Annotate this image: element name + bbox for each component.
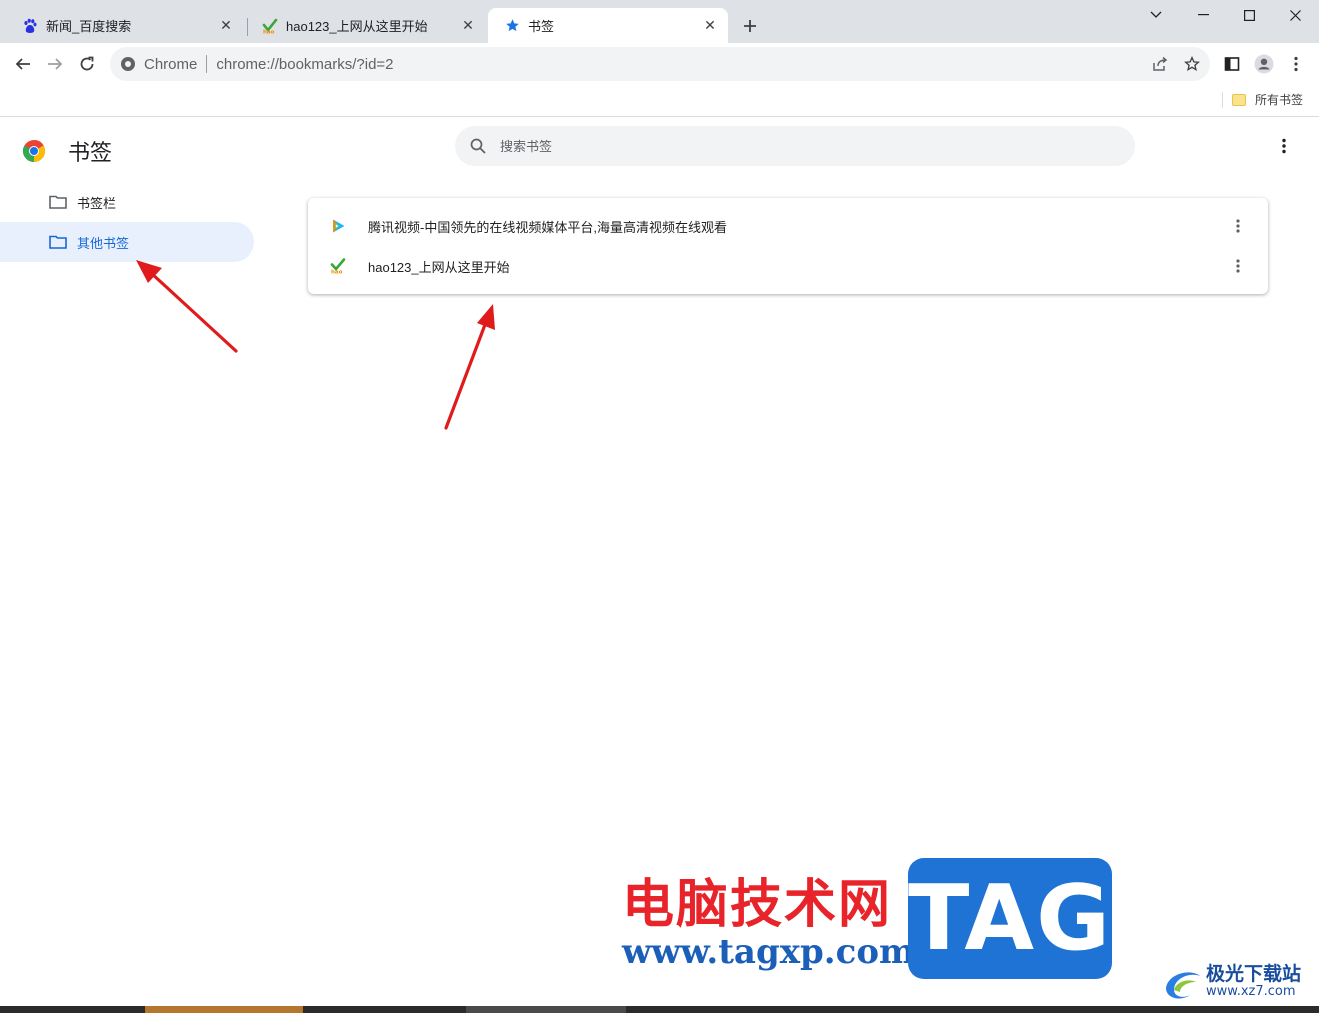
search-icon: [469, 137, 487, 155]
svg-text:hao: hao: [263, 29, 275, 34]
side-panel-button[interactable]: [1219, 51, 1245, 77]
folder-icon: [49, 195, 67, 209]
watermark-site-name: 电脑技术网: [622, 875, 893, 935]
watermark-brand: 极光下载站 www.xz7.com: [1160, 962, 1301, 1002]
taskbar-item[interactable]: [466, 1006, 626, 1013]
tab-bookmarks[interactable]: 书签 ✕: [488, 8, 728, 43]
watermark-brand-url: www.xz7.com: [1206, 984, 1296, 1000]
hao123-icon: hao: [330, 258, 346, 274]
kebab-menu-icon: [1236, 259, 1240, 273]
avatar-icon: [1254, 54, 1274, 74]
organize-menu-button[interactable]: [1272, 134, 1296, 158]
new-tab-button[interactable]: [738, 14, 762, 38]
bookmark-item[interactable]: 腾讯视频-中国领先的在线视频媒体平台,海量高清视频在线观看: [308, 206, 1268, 246]
address-bar[interactable]: Chrome chrome://bookmarks/?id=2: [110, 47, 1210, 81]
kebab-menu-icon: [1282, 138, 1286, 154]
back-arrow-icon: [15, 58, 30, 70]
bookmarks-bar-separator: [1222, 92, 1223, 108]
tab-baidu-news[interactable]: 新闻_百度搜索 ✕: [6, 8, 244, 43]
search-bookmarks-box[interactable]: [455, 126, 1135, 166]
chrome-logo-icon: [22, 140, 46, 162]
tab-hao123[interactable]: hao hao123_上网从这里开始 ✕: [246, 8, 486, 43]
maximize-button[interactable]: [1226, 0, 1272, 30]
search-input[interactable]: [500, 138, 1060, 154]
side-panel-icon: [1224, 57, 1240, 71]
kebab-menu-icon: [1294, 56, 1298, 72]
bookmark-star-button[interactable]: [1179, 51, 1205, 77]
star-icon: [504, 18, 520, 34]
reload-icon: [80, 56, 94, 71]
bookmark-title: hao123_上网从这里开始: [368, 259, 510, 275]
folder-icon: [1232, 93, 1246, 106]
folder-icon: [49, 235, 67, 249]
star-outline-icon: [1184, 56, 1200, 72]
tab-title: hao123_上网从这里开始: [286, 19, 428, 34]
sidebar-item-label: 书签栏: [77, 195, 117, 211]
watermark-tag-logo: TAG: [908, 858, 1112, 979]
url-text[interactable]: chrome://bookmarks/?id=2: [216, 56, 393, 73]
chrome-site-icon: [119, 55, 137, 73]
share-button[interactable]: [1147, 51, 1173, 77]
omnibox-divider: [206, 55, 208, 73]
forward-arrow-icon: [48, 58, 63, 70]
site-chip: Chrome: [144, 55, 198, 73]
page-title: 书签: [68, 140, 113, 165]
bookmark-more-button[interactable]: [1226, 254, 1250, 278]
close-icon[interactable]: ✕: [460, 17, 476, 34]
watermark-brand-name: 极光下载站: [1206, 963, 1302, 986]
bookmark-title: 腾讯视频-中国领先的在线视频媒体平台,海量高清视频在线观看: [368, 219, 727, 235]
back-button[interactable]: [10, 51, 36, 77]
sidebar-item-label: 其他书签: [77, 235, 130, 251]
share-icon: [1153, 56, 1168, 71]
hao123-icon: hao: [262, 18, 278, 34]
sidebar-item-bookmarks-bar[interactable]: 书签栏: [0, 182, 254, 222]
bookmark-item[interactable]: hao hao123_上网从这里开始: [308, 246, 1268, 286]
kebab-menu-icon: [1236, 219, 1240, 233]
reload-button[interactable]: [74, 51, 100, 77]
profile-button[interactable]: [1251, 51, 1277, 77]
bookmark-more-button[interactable]: [1226, 214, 1250, 238]
taskbar-strip: [0, 1006, 1319, 1013]
watermark-site-url: www.tagxp.com: [622, 932, 915, 972]
forward-button[interactable]: [42, 51, 68, 77]
tab-search-button[interactable]: [1133, 0, 1179, 30]
baidu-paw-icon: [22, 18, 38, 34]
page-header: 书签: [22, 135, 112, 167]
tencent-video-icon: [330, 218, 346, 234]
all-bookmarks-label: 所有书签: [1255, 93, 1304, 107]
tab-title: 书签: [528, 19, 555, 34]
minimize-button[interactable]: [1180, 0, 1226, 30]
bookmarks-bar: 所有书签: [0, 85, 1319, 117]
tab-title: 新闻_百度搜索: [46, 19, 132, 34]
close-icon[interactable]: ✕: [702, 17, 718, 34]
close-window-button[interactable]: [1272, 0, 1318, 30]
toolbar: Chrome chrome://bookmarks/?id=2: [0, 43, 1319, 85]
tab-strip: 新闻_百度搜索 ✕ hao hao123_上网从这里开始 ✕ 书签 ✕: [0, 0, 1319, 43]
close-icon[interactable]: ✕: [218, 17, 234, 34]
chrome-menu-button[interactable]: [1283, 51, 1309, 77]
all-bookmarks-button[interactable]: 所有书签: [1232, 91, 1303, 108]
bookmark-list: 腾讯视频-中国领先的在线视频媒体平台,海量高清视频在线观看 hao hao123…: [308, 198, 1268, 294]
taskbar-item[interactable]: [145, 1006, 303, 1013]
swirl-logo-icon: [1166, 972, 1200, 999]
sidebar-item-other-bookmarks[interactable]: 其他书签: [0, 222, 254, 262]
svg-text:hao: hao: [331, 270, 343, 275]
